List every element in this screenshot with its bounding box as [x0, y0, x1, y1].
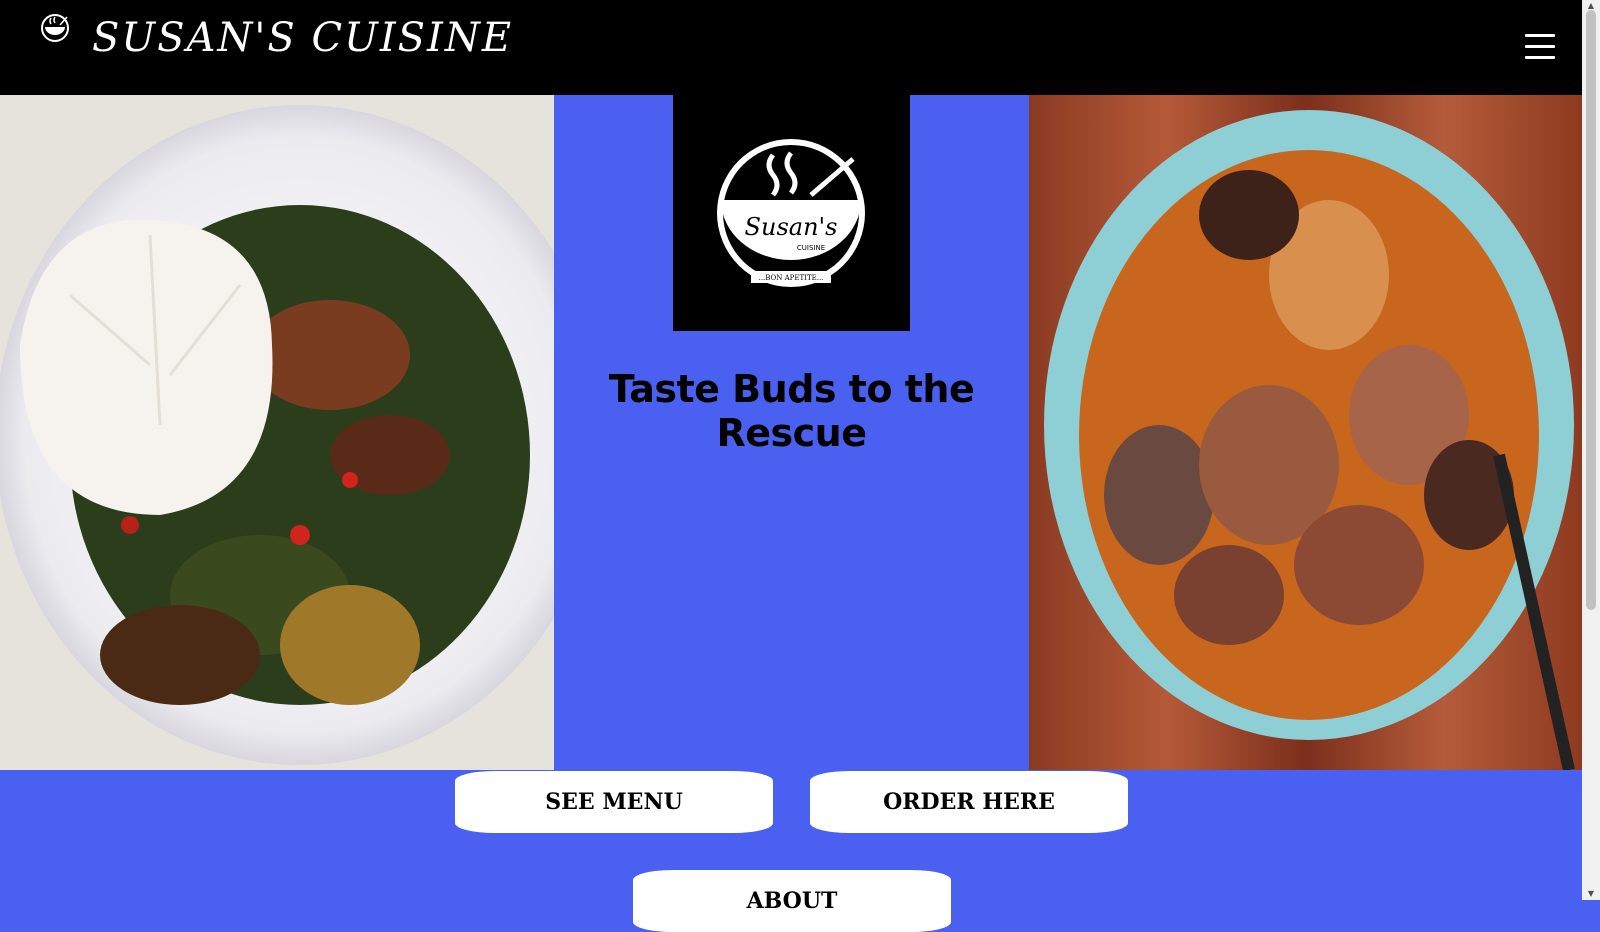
order-here-button[interactable]: Order Here	[810, 771, 1128, 833]
about-button[interactable]: About	[633, 870, 951, 932]
scrollbar-thumb[interactable]	[1586, 10, 1596, 610]
logo-script: Susan's	[745, 213, 838, 241]
site-header: SUSAN'S CUISINE	[0, 0, 1582, 95]
hero-tagline: Taste Buds to the Rescue	[608, 367, 975, 455]
food-image-right	[1029, 95, 1582, 770]
page-scrollbar[interactable]: ▲ ▼	[1582, 0, 1600, 900]
soup-bowl-icon[interactable]	[39, 12, 71, 42]
site-title[interactable]: SUSAN'S CUISINE	[92, 14, 513, 62]
logo-motto: ...BON APETITE...	[759, 274, 824, 282]
brand-logo: Susan's CUISINE ...BON APETITE...	[673, 95, 910, 331]
hero-center-panel: Susan's CUISINE ...BON APETITE... Taste …	[554, 95, 1029, 770]
logo-sub: CUISINE	[797, 244, 825, 252]
hamburger-menu-icon[interactable]	[1525, 34, 1555, 64]
see-menu-button[interactable]: See Menu	[455, 771, 773, 833]
food-image-left	[0, 95, 554, 770]
scroll-down-arrow-icon[interactable]: ▼	[1582, 888, 1600, 900]
